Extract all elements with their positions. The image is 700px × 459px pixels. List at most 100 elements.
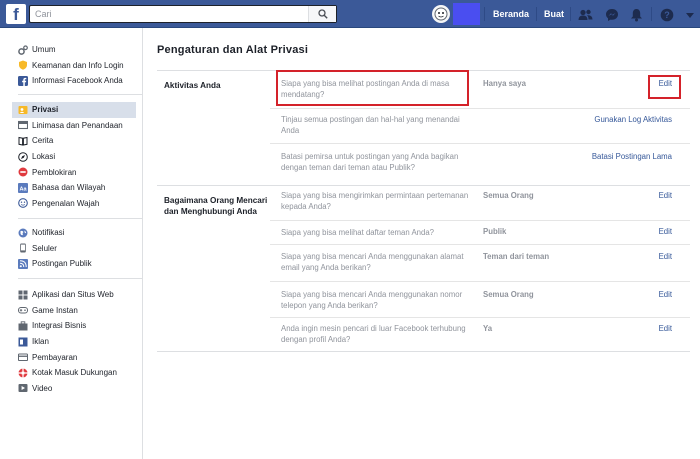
sidebar-group-notifications: Notifikasi Seluler Postingan Publik [18,225,142,272]
setting-value: Ya [483,324,493,333]
notifications-icon[interactable] [629,7,644,22]
setting-question: Siapa yang bisa mengirimkan permintaan p… [281,191,469,211]
messenger-icon[interactable] [604,7,619,22]
sidebar-item-label: Notifikasi [32,228,65,238]
top-bar: f Beranda Buat ? [0,0,700,28]
settings-sidebar: Umum Keamanan dan Info Login Informasi F… [0,28,143,459]
sidebar-divider [18,218,142,219]
sidebar-group-privacy: Privasi Linimasa dan Penandaan Cerita Lo… [12,102,142,212]
apps-icon [18,290,28,300]
sidebar-item-notifications[interactable]: Notifikasi [18,225,142,241]
setting-value: Semua Orang [483,191,534,200]
settings-table: Aktivitas Anda Siapa yang bisa melihat p… [157,70,690,352]
payment-icon [18,352,28,362]
sidebar-group-account: Umum Keamanan dan Info Login Informasi F… [18,42,142,89]
sidebar-group-apps: Aplikasi dan Situs Web Game Instan Integ… [18,287,142,396]
game-icon [18,305,28,315]
sidebar-divider [18,94,142,95]
sidebar-item-stories[interactable]: Cerita [18,133,142,149]
setting-value: Teman dari teman [483,252,550,261]
search-button[interactable] [308,6,336,22]
profile-name-redacted[interactable] [453,3,480,25]
account-menu-icon[interactable] [682,7,697,22]
sidebar-item-mobile[interactable]: Seluler [18,241,142,257]
limit-past-posts-link[interactable]: Batasi Postingan Lama [592,152,672,161]
lock-icon [18,105,28,115]
sidebar-item-face-recognition[interactable]: Pengenalan Wajah [18,196,142,212]
sidebar-item-timeline[interactable]: Linimasa dan Penandaan [18,118,142,134]
help-icon[interactable]: ? [659,7,674,22]
sidebar-item-label: Kotak Masuk Dukungan [32,368,117,378]
edit-friend-requests-button[interactable]: Edit [659,191,672,200]
svg-text:?: ? [664,10,670,20]
ads-icon [18,337,28,347]
location-icon [18,151,28,162]
sidebar-item-label: Linimasa dan Penandaan [32,120,123,130]
sidebar-item-support-inbox[interactable]: Kotak Masuk Dukungan [18,365,142,381]
facebook-logo[interactable]: f [6,4,26,24]
setting-value: Publik [483,227,507,236]
setting-question: Siapa yang bisa melihat daftar teman And… [281,228,435,237]
setting-question: Anda ingin mesin pencari di luar Faceboo… [281,324,466,344]
edit-search-engines-button[interactable]: Edit [659,324,672,333]
edit-phone-lookup-button[interactable]: Edit [659,290,672,299]
divider [651,7,652,21]
divider [484,7,485,21]
edit-email-lookup-button[interactable]: Edit [659,252,672,261]
sidebar-item-privacy[interactable]: Privasi [12,102,136,118]
divider [570,7,571,21]
section-rows: Siapa yang bisa mengirimkan permintaan p… [270,186,690,351]
sidebar-item-label: Informasi Facebook Anda [32,76,123,86]
block-icon [18,167,28,177]
sidebar-item-label: Pengenalan Wajah [32,198,100,208]
setting-row: Siapa yang bisa mencari Anda menggunakan… [270,282,690,318]
svg-text:Aa: Aa [19,186,27,192]
highlight-box-question [276,70,469,106]
sidebar-item-general[interactable]: Umum [18,42,142,58]
sidebar-item-videos[interactable]: Video [18,381,142,397]
section-heading: Bagaimana Orang Mencari dan Menghubungi … [164,196,268,216]
setting-question: Batasi pemirsa untuk postingan yang Anda… [281,152,459,172]
sidebar-item-instant-games[interactable]: Game Instan [18,303,142,319]
timeline-icon [18,120,28,130]
sidebar-item-apps[interactable]: Aplikasi dan Situs Web [18,287,142,303]
shield-icon [18,60,28,71]
sidebar-item-your-info[interactable]: Informasi Facebook Anda [18,73,142,89]
sidebar-item-label: Lokasi [32,152,56,162]
rss-icon [18,258,28,269]
face-icon [18,198,28,209]
sidebar-item-payments[interactable]: Pembayaran [18,349,142,365]
profile-avatar[interactable] [432,5,450,23]
setting-row: Tinjau semua postingan dan hal-hal yang … [270,109,690,144]
section-how-people-find-you: Bagaimana Orang Mencari dan Menghubungi … [157,186,690,352]
setting-row: Siapa yang bisa melihat daftar teman And… [270,221,690,245]
setting-row: Siapa yang bisa mengirimkan permintaan p… [270,186,690,221]
search-box [29,5,337,23]
support-icon [18,368,28,378]
sidebar-item-label: Integrasi Bisnis [32,321,87,331]
setting-value: Hanya saya [483,79,526,88]
edit-friends-list-button[interactable]: Edit [659,227,672,236]
sidebar-item-label: Postingan Publik [32,259,92,269]
sidebar-item-public-posts[interactable]: Postingan Publik [18,256,142,272]
divider [536,7,537,21]
sidebar-item-blocking[interactable]: Pemblokiran [18,164,142,180]
setting-question: Siapa yang bisa mencari Anda menggunakan… [281,252,464,272]
search-input[interactable] [30,6,308,22]
language-icon: Aa [18,182,28,193]
sidebar-item-location[interactable]: Lokasi [18,149,142,165]
nav-create-link[interactable]: Buat [544,9,564,19]
sidebar-item-language[interactable]: Aa Bahasa dan Wilayah [18,180,142,196]
activity-log-link[interactable]: Gunakan Log Aktivitas [594,115,672,124]
setting-row: Siapa yang bisa mencari Anda menggunakan… [270,245,690,282]
sidebar-item-label: Privasi [32,105,59,115]
mobile-icon [18,243,28,253]
sidebar-item-security[interactable]: Keamanan dan Info Login [18,58,142,74]
friend-requests-icon[interactable] [578,7,593,22]
search-icon [317,9,328,19]
sidebar-item-label: Seluler [32,243,57,253]
sidebar-item-label: Pemblokiran [32,167,77,177]
sidebar-item-business-integrations[interactable]: Integrasi Bisnis [18,318,142,334]
nav-home-link[interactable]: Beranda [493,9,529,19]
sidebar-item-ads[interactable]: Iklan [18,334,142,350]
